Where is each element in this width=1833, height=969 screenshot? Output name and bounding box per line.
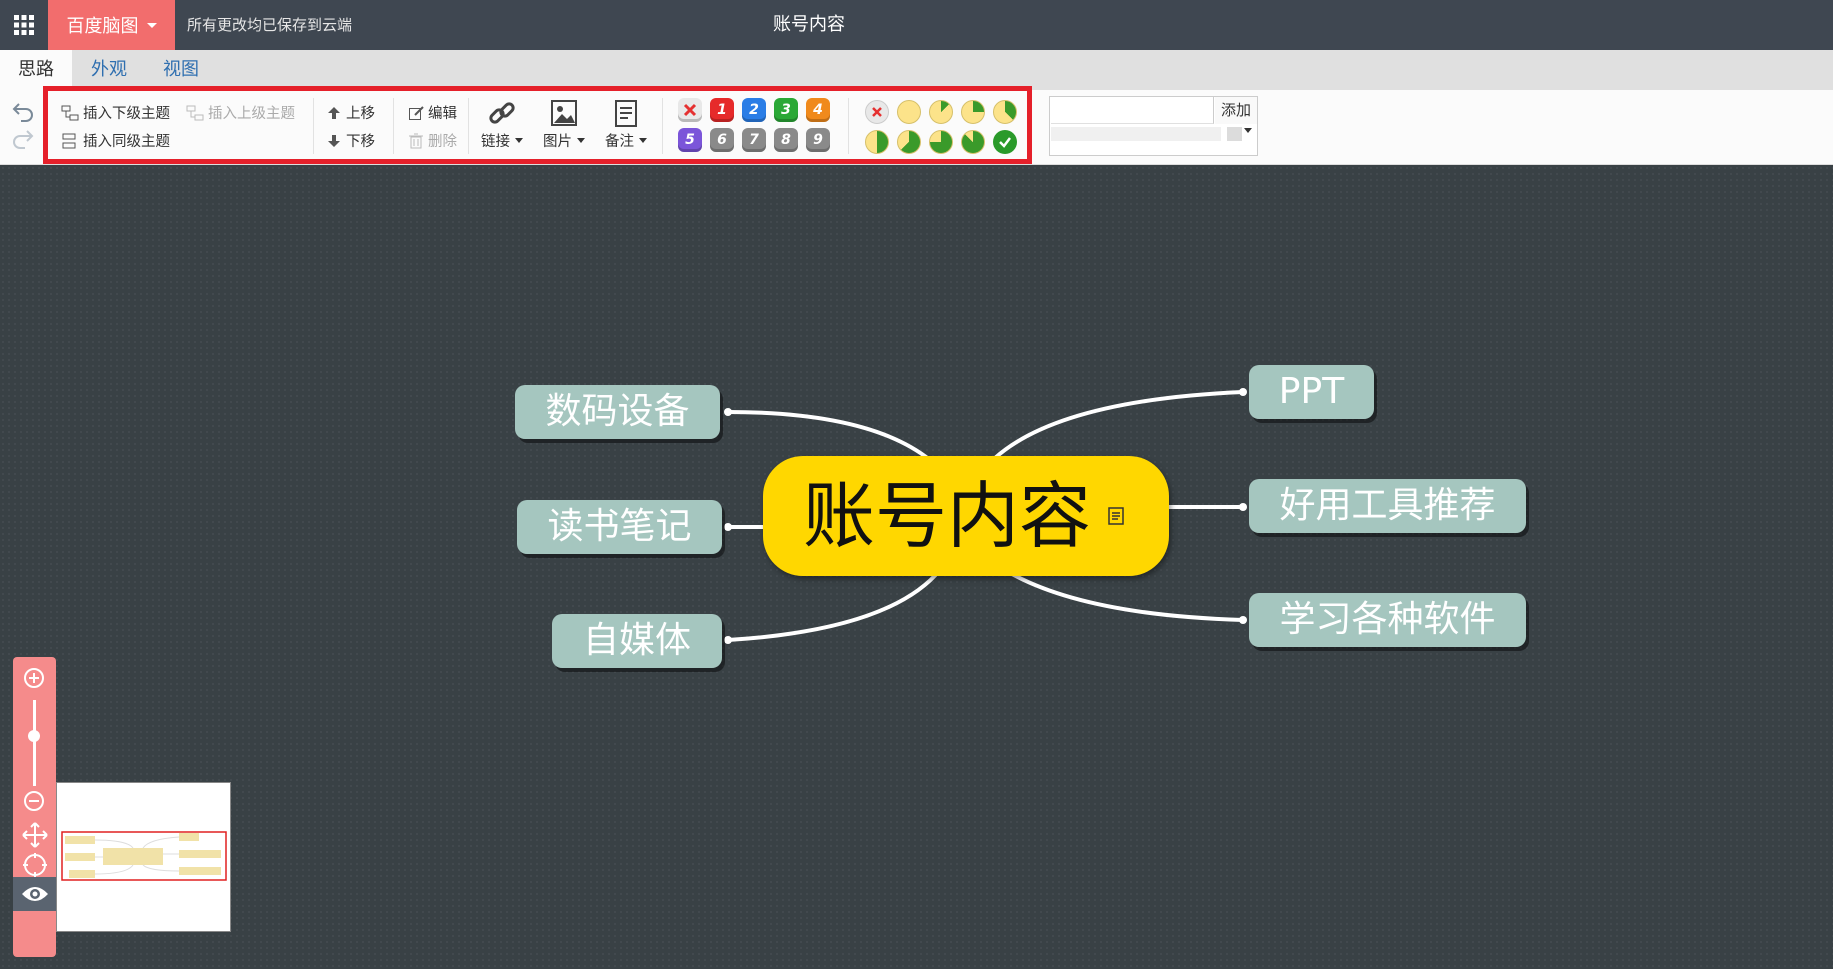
zoom-out-button[interactable] [23,790,45,816]
move-icon [22,822,48,848]
eye-icon [22,887,48,901]
zoom-slider-handle[interactable] [28,730,40,742]
pan-button[interactable] [22,822,48,852]
zoom-in-button[interactable] [23,667,45,693]
zoom-in-icon [24,668,44,688]
topic-node[interactable]: 好用工具推荐 [1249,479,1526,533]
toggle-minimap-button[interactable] [13,877,56,911]
note-icon[interactable] [1108,507,1124,525]
topic-node[interactable]: 自媒体 [552,614,722,668]
zoom-out-icon [24,791,44,811]
root-topic-label: 账号内容 [803,474,1092,558]
zoom-slider-track[interactable] [33,700,36,786]
target-icon [23,853,47,877]
minimap[interactable] [56,782,231,932]
topic-node[interactable]: 数码设备 [515,385,720,439]
topic-node[interactable]: 读书笔记 [517,500,722,554]
root-topic[interactable]: 账号内容 [763,456,1169,576]
topic-node[interactable]: PPT [1249,365,1374,419]
topic-node[interactable]: 学习各种软件 [1249,593,1526,647]
minimap-preview [61,831,227,881]
